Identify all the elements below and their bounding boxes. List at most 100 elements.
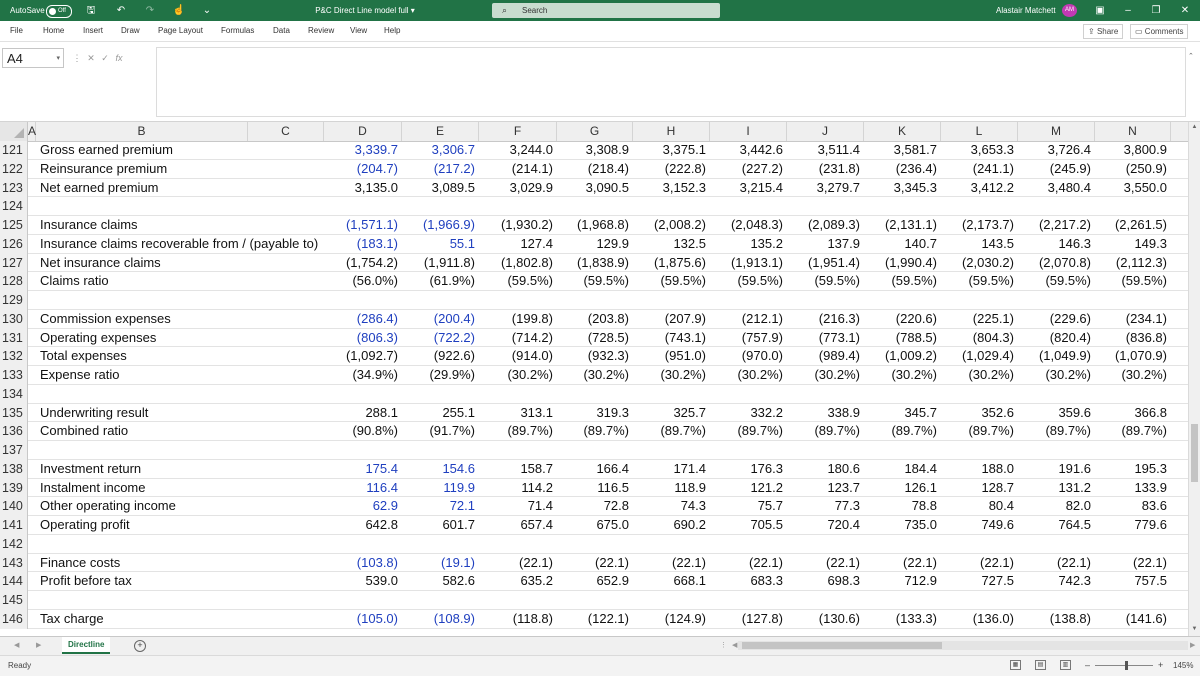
collapse-formula-bar-icon[interactable]: ⌃ bbox=[1188, 52, 1194, 60]
cell-j[interactable]: 123.7 bbox=[787, 479, 860, 497]
row-label[interactable]: Insurance claims bbox=[40, 216, 138, 234]
cell-h[interactable]: 3,152.3 bbox=[633, 179, 706, 197]
ribbon-display-icon[interactable]: ▣ bbox=[1090, 0, 1110, 21]
cell-d[interactable]: (183.1) bbox=[324, 235, 398, 253]
cell-e[interactable]: (19.1) bbox=[402, 554, 475, 572]
zoom-in-icon[interactable]: + bbox=[1158, 656, 1163, 675]
cell-l[interactable]: 3,412.2 bbox=[941, 179, 1014, 197]
cell-i[interactable]: (89.7%) bbox=[710, 422, 783, 440]
enter-icon[interactable]: ✓ bbox=[98, 48, 112, 68]
cell-m[interactable]: 359.6 bbox=[1018, 404, 1091, 422]
sheet-tab-directline[interactable]: Directline bbox=[62, 637, 111, 654]
cell-n[interactable]: 779.6 bbox=[1095, 516, 1167, 534]
column-header-i[interactable]: I bbox=[710, 122, 787, 141]
cell-g[interactable]: (22.1) bbox=[557, 554, 629, 572]
cell-f[interactable]: (214.1) bbox=[479, 160, 553, 178]
tab-data[interactable]: Data bbox=[273, 21, 290, 41]
cell-e[interactable]: 255.1 bbox=[402, 404, 475, 422]
cell-j[interactable]: 698.3 bbox=[787, 572, 860, 590]
cell-f[interactable]: 635.2 bbox=[479, 572, 553, 590]
cell-g[interactable]: (122.1) bbox=[557, 610, 629, 628]
cell-j[interactable]: (89.7%) bbox=[787, 422, 860, 440]
cell-k[interactable]: 345.7 bbox=[864, 404, 937, 422]
cell-i[interactable]: 705.5 bbox=[710, 516, 783, 534]
cell-i[interactable]: (970.0) bbox=[710, 347, 783, 365]
row-number[interactable]: 124 bbox=[0, 197, 28, 216]
cell-h[interactable]: (2,008.2) bbox=[633, 216, 706, 234]
cell-k[interactable]: (89.7%) bbox=[864, 422, 937, 440]
cell-n[interactable]: 366.8 bbox=[1095, 404, 1167, 422]
normal-view-icon[interactable]: ▦ bbox=[1010, 660, 1021, 670]
cell-m[interactable]: 131.2 bbox=[1018, 479, 1091, 497]
cell-d[interactable]: (1,571.1) bbox=[324, 216, 398, 234]
cell-e[interactable]: 55.1 bbox=[402, 235, 475, 253]
cell-i[interactable]: 121.2 bbox=[710, 479, 783, 497]
cell-g[interactable]: (932.3) bbox=[557, 347, 629, 365]
row-label[interactable]: Insurance claims recoverable from / (pay… bbox=[40, 235, 318, 253]
row-number[interactable]: 143 bbox=[0, 553, 28, 573]
cell-n[interactable]: 149.3 bbox=[1095, 235, 1167, 253]
cell-j[interactable]: (130.6) bbox=[787, 610, 860, 628]
cell-m[interactable]: (2,217.2) bbox=[1018, 216, 1091, 234]
row-number[interactable]: 129 bbox=[0, 291, 28, 310]
zoom-out-icon[interactable]: – bbox=[1085, 656, 1090, 675]
row-number[interactable]: 122 bbox=[0, 159, 28, 179]
row-number[interactable]: 125 bbox=[0, 216, 28, 235]
row-label[interactable]: Instalment income bbox=[40, 479, 146, 497]
row-number[interactable]: 140 bbox=[0, 497, 28, 516]
cell-d[interactable]: (105.0) bbox=[324, 610, 398, 628]
cell-l[interactable]: (241.1) bbox=[941, 160, 1014, 178]
cell-g[interactable]: 3,308.9 bbox=[557, 141, 629, 159]
cell-k[interactable]: (59.5%) bbox=[864, 272, 937, 290]
touch-mode-icon[interactable]: ☝ bbox=[172, 0, 186, 21]
tab-draw[interactable]: Draw bbox=[121, 21, 140, 41]
cell-f[interactable]: 3,244.0 bbox=[479, 141, 553, 159]
cell-k[interactable]: (133.3) bbox=[864, 610, 937, 628]
cell-k[interactable]: (220.6) bbox=[864, 310, 937, 328]
document-title[interactable]: P&C Direct Line model full ▾ bbox=[300, 0, 430, 21]
column-header-d[interactable]: D bbox=[324, 122, 402, 141]
page-layout-view-icon[interactable]: ▤ bbox=[1035, 660, 1046, 670]
column-header-j[interactable]: J bbox=[787, 122, 864, 141]
cell-m[interactable]: 742.3 bbox=[1018, 572, 1091, 590]
cell-n[interactable]: (141.6) bbox=[1095, 610, 1167, 628]
cell-k[interactable]: (22.1) bbox=[864, 554, 937, 572]
cell-k[interactable]: 126.1 bbox=[864, 479, 937, 497]
cell-e[interactable]: (217.2) bbox=[402, 160, 475, 178]
cell-j[interactable]: 720.4 bbox=[787, 516, 860, 534]
scroll-left-icon[interactable]: ◀ bbox=[732, 637, 737, 654]
tab-page-layout[interactable]: Page Layout bbox=[158, 21, 203, 41]
cell-e[interactable]: 3,089.5 bbox=[402, 179, 475, 197]
cell-l[interactable]: (30.2%) bbox=[941, 366, 1014, 384]
cell-h[interactable]: (124.9) bbox=[633, 610, 706, 628]
cell-f[interactable]: (118.8) bbox=[479, 610, 553, 628]
cell-f[interactable]: (89.7%) bbox=[479, 422, 553, 440]
cell-d[interactable]: 3,135.0 bbox=[324, 179, 398, 197]
row-label[interactable]: Reinsurance premium bbox=[40, 160, 167, 178]
cell-j[interactable]: (59.5%) bbox=[787, 272, 860, 290]
tab-review[interactable]: Review bbox=[308, 21, 334, 41]
tab-file[interactable]: File bbox=[10, 21, 23, 41]
column-header-e[interactable]: E bbox=[402, 122, 479, 141]
cell-f[interactable]: (199.8) bbox=[479, 310, 553, 328]
cell-i[interactable]: 75.7 bbox=[710, 497, 783, 515]
cell-e[interactable]: (108.9) bbox=[402, 610, 475, 628]
column-header-b[interactable]: B bbox=[36, 122, 248, 141]
cell-k[interactable]: 3,345.3 bbox=[864, 179, 937, 197]
cell-j[interactable]: 137.9 bbox=[787, 235, 860, 253]
cell-m[interactable]: (2,070.8) bbox=[1018, 254, 1091, 272]
cell-f[interactable]: (59.5%) bbox=[479, 272, 553, 290]
cell-d[interactable]: (34.9%) bbox=[324, 366, 398, 384]
cell-j[interactable]: 338.9 bbox=[787, 404, 860, 422]
cell-d[interactable]: (806.3) bbox=[324, 329, 398, 347]
row-number[interactable]: 145 bbox=[0, 591, 28, 610]
more-icon[interactable]: ⋮ bbox=[70, 48, 84, 68]
row-number[interactable]: 121 bbox=[0, 141, 28, 160]
cell-m[interactable]: (245.9) bbox=[1018, 160, 1091, 178]
row-label[interactable]: Finance costs bbox=[40, 554, 120, 572]
cell-i[interactable]: 683.3 bbox=[710, 572, 783, 590]
cell-i[interactable]: 135.2 bbox=[710, 235, 783, 253]
cell-g[interactable]: (30.2%) bbox=[557, 366, 629, 384]
cell-h[interactable]: 3,375.1 bbox=[633, 141, 706, 159]
cell-g[interactable]: 166.4 bbox=[557, 460, 629, 478]
